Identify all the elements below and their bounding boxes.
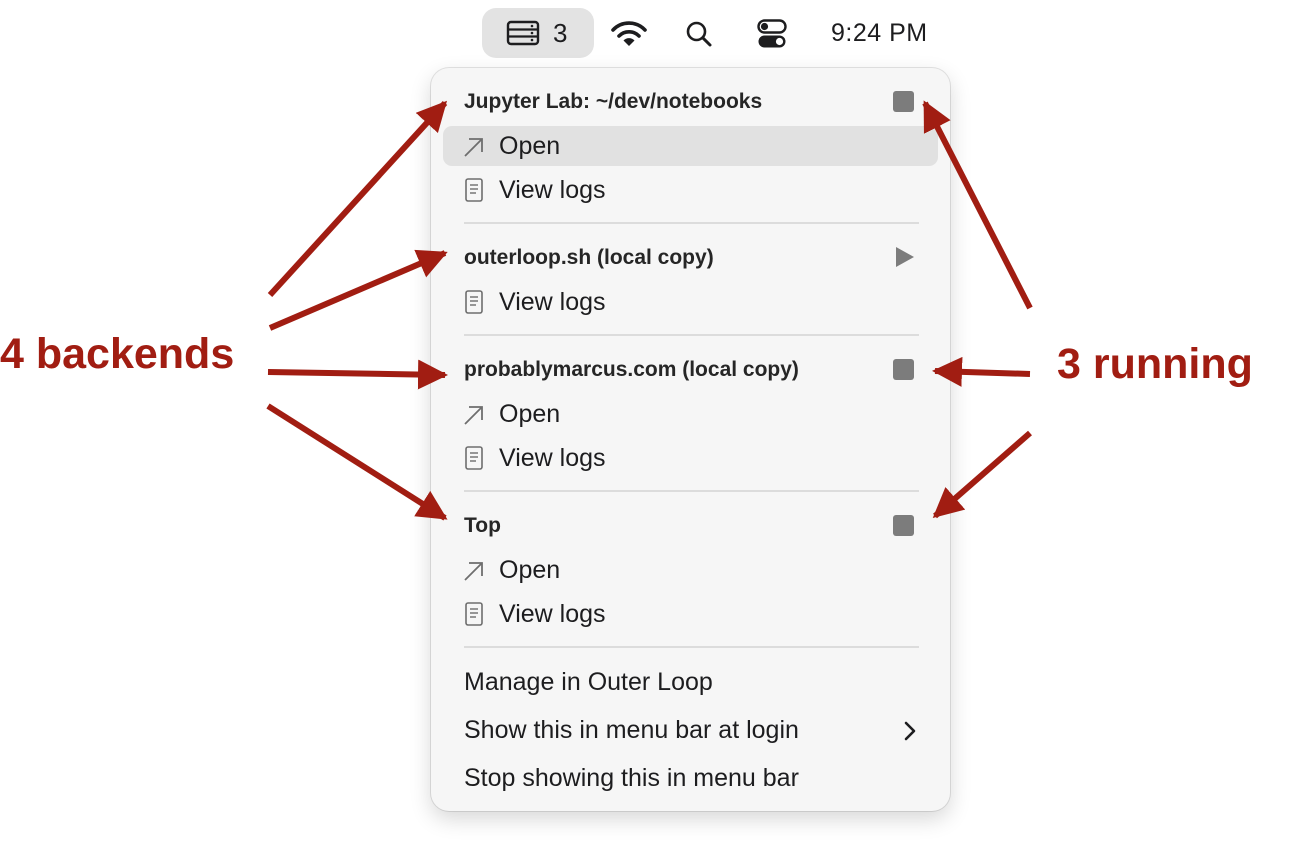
- annotation-arrow: [266, 403, 448, 521]
- annotation-arrow: [922, 100, 1033, 310]
- annotation-arrow: [932, 356, 1031, 387]
- annotation-arrow: [267, 359, 448, 390]
- annotation-arrow: [932, 430, 1032, 519]
- annotation-arrows: [266, 100, 1033, 521]
